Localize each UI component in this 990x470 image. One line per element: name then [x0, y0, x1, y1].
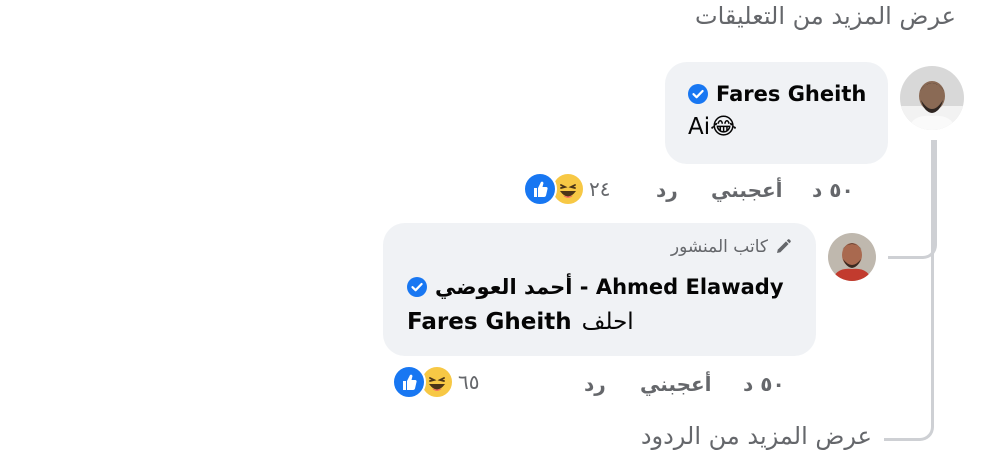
reaction-count: ٦٥: [458, 370, 480, 394]
thread-branch-line: [888, 140, 937, 259]
reply-bubble: كاتب المنشور أحمد العوضي - Ahmed Elawady…: [383, 223, 816, 356]
comments-section: عرض المزيد من التعليقات Fares Gheith Ai😂…: [0, 0, 990, 470]
avatar[interactable]: [828, 233, 876, 281]
mention-link[interactable]: Fares Gheith: [407, 309, 572, 335]
like-button[interactable]: أعجبني: [640, 372, 712, 396]
thread-line: [931, 256, 934, 424]
author-badge: كاتب المنشور: [671, 237, 792, 257]
comment-text: Ai😂: [688, 114, 737, 140]
reply-timestamp[interactable]: ٥٠ د: [743, 372, 785, 396]
like-icon: [392, 365, 426, 399]
comment-bubble: Fares Gheith Ai😂: [665, 62, 888, 164]
view-more-comments-link[interactable]: عرض المزيد من التعليقات: [695, 2, 956, 30]
like-button[interactable]: أعجبني: [711, 178, 783, 202]
pencil-icon: [774, 238, 792, 256]
reaction-summary[interactable]: ٢٤: [523, 172, 610, 206]
reaction-summary[interactable]: ٦٥: [392, 365, 479, 399]
reply-text-prefix: احلف: [581, 309, 634, 335]
comment-author-name[interactable]: Fares Gheith: [716, 82, 866, 106]
reply-button[interactable]: رد: [584, 372, 606, 396]
reply-text: Fares Gheith احلف: [407, 309, 634, 335]
like-icon: [523, 172, 557, 206]
reply-author-name[interactable]: أحمد العوضي - Ahmed Elawady: [435, 275, 784, 299]
view-more-replies-link[interactable]: عرض المزيد من الردود: [641, 422, 872, 450]
thread-branch-line: [884, 410, 934, 441]
author-badge-label: كاتب المنشور: [670, 237, 768, 257]
reply-author-row: أحمد العوضي - Ahmed Elawady: [407, 275, 784, 299]
verified-badge-icon: [407, 277, 427, 297]
reply-button[interactable]: رد: [656, 178, 678, 202]
verified-badge-icon: [688, 84, 708, 104]
reaction-count: ٢٤: [589, 177, 611, 201]
comment-author-row: Fares Gheith: [688, 82, 866, 106]
avatar[interactable]: [900, 66, 964, 130]
comment-timestamp[interactable]: ٥٠ د: [812, 178, 854, 202]
